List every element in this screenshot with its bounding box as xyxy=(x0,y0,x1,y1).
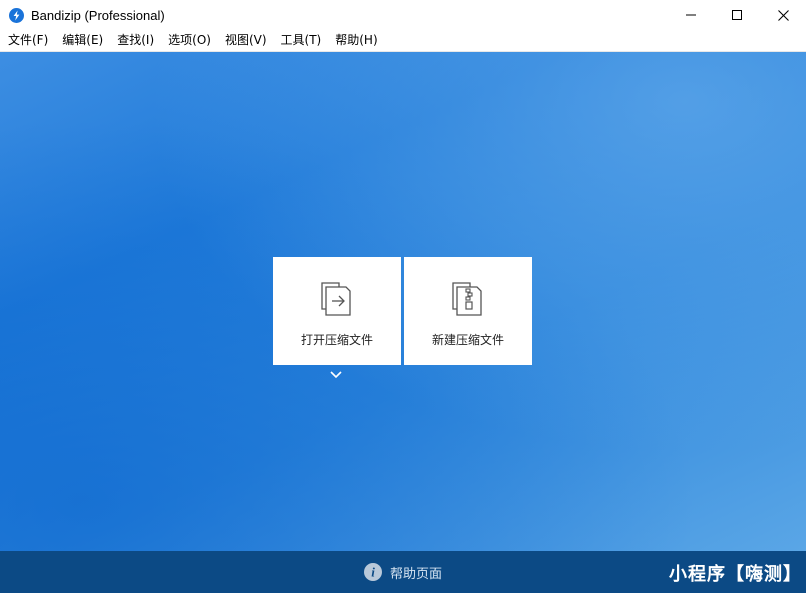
open-archive-label: 打开压缩文件 xyxy=(300,333,373,347)
new-archive-icon xyxy=(452,282,482,316)
footer-bar: i 帮助页面 小程序【嗨测】 xyxy=(0,551,806,593)
open-archive-icon xyxy=(321,282,351,316)
svg-text:i: i xyxy=(371,565,375,580)
bandizip-app-icon xyxy=(9,7,24,23)
menu-find[interactable]: 查找(I) xyxy=(110,30,161,51)
window-title: Bandizip (Professional) xyxy=(31,7,165,23)
menu-file[interactable]: 文件(F) xyxy=(0,30,55,51)
bandizip-window: Bandizip (Professional) 文件(F) 编辑(E) 查找(I… xyxy=(0,0,806,593)
menu-help[interactable]: 帮助(H) xyxy=(328,30,384,51)
menu-edit[interactable]: 编辑(E) xyxy=(55,30,110,51)
minimize-button[interactable] xyxy=(668,0,714,30)
title-bar[interactable]: Bandizip (Professional) xyxy=(0,0,806,30)
maximize-icon xyxy=(732,10,742,20)
info-icon: i xyxy=(363,563,382,581)
main-area: 打开压缩文件 新建压缩文件 xyxy=(0,52,806,551)
close-icon xyxy=(777,9,789,21)
new-archive-label: 新建压缩文件 xyxy=(431,333,504,347)
menu-view[interactable]: 视图(V) xyxy=(218,30,274,51)
help-page-link[interactable]: i 帮助页面 xyxy=(363,563,442,582)
new-archive-button[interactable]: 新建压缩文件 xyxy=(404,257,532,365)
menu-options[interactable]: 选项(O) xyxy=(161,30,218,51)
menu-tools[interactable]: 工具(T) xyxy=(274,30,329,51)
open-archive-button[interactable]: 打开压缩文件 xyxy=(273,257,401,365)
window-controls xyxy=(668,0,806,30)
maximize-button[interactable] xyxy=(714,0,760,30)
close-button[interactable] xyxy=(760,0,806,30)
chevron-down-icon[interactable] xyxy=(329,370,343,380)
watermark-text: 小程序【嗨测】 xyxy=(669,564,802,585)
help-page-label: 帮助页面 xyxy=(389,566,442,582)
minimize-icon xyxy=(686,14,696,16)
menu-bar: 文件(F) 编辑(E) 查找(I) 选项(O) 视图(V) 工具(T) 帮助(H… xyxy=(0,30,806,52)
